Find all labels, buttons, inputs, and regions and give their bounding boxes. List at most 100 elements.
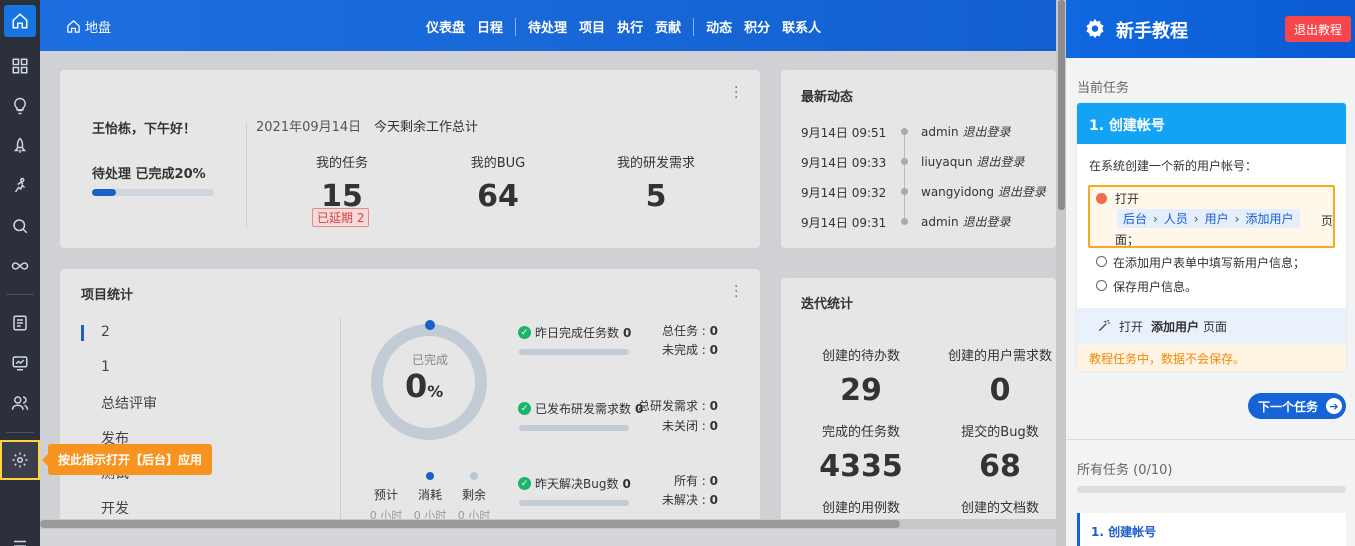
stat-my-tasks[interactable]: 我的任务 15 — [282, 152, 402, 214]
check-icon: ✓ — [518, 477, 531, 490]
nav-execution[interactable]: 执行 — [617, 17, 643, 36]
todo-progress-fill — [92, 189, 117, 196]
project-item[interactable]: 2 — [101, 324, 110, 340]
path-item[interactable]: 用户 — [1205, 210, 1229, 227]
stat-label: 我的研发需求 — [616, 156, 695, 171]
step-text: 打开 — [1115, 192, 1140, 206]
active-step: 打开 后台 › 人员 › 用户 › 添加用户 页 面； — [1088, 185, 1335, 248]
overdue-badge[interactable]: 已延期 2 — [312, 208, 370, 227]
grid-icon[interactable] — [0, 46, 40, 86]
runner-icon[interactable] — [0, 166, 40, 206]
search-icon[interactable] — [0, 206, 40, 246]
metric-bar — [519, 349, 629, 355]
stat-label: 我的BUG — [470, 156, 526, 171]
step-status-icon — [1096, 280, 1107, 291]
scrollbar-thumb[interactable] — [1058, 0, 1065, 210]
feed-action: 退出登录 — [976, 155, 1025, 169]
kv-unfinished: 未完成 : 0 — [661, 343, 718, 357]
path-item[interactable]: 人员 — [1164, 210, 1188, 227]
kv-value: 0 — [709, 474, 718, 488]
feed-item[interactable]: liuyaqun 退出登录 — [921, 153, 1024, 170]
horizontal-scrollbar[interactable] — [40, 519, 1056, 529]
nav-separator — [515, 17, 517, 36]
current-task-label: 当前任务 — [1077, 81, 1130, 96]
divider — [340, 317, 341, 529]
check-icon: ✓ — [518, 402, 531, 415]
nav-project[interactable]: 项目 — [579, 17, 605, 36]
legend-consumed: 消耗 0 小时 — [408, 472, 452, 523]
card-title: 迭代统计 — [801, 297, 854, 312]
kv-unresolved: 未解决 : 0 — [661, 493, 718, 507]
metric-value: 0 — [622, 476, 631, 491]
task-title: 1. 创建帐号 — [1077, 103, 1346, 144]
feed-item[interactable]: admin 退出登录 — [921, 123, 1010, 140]
breadcrumb-label: 地盘 — [85, 21, 112, 36]
welcome-card: · · · 王怡栋，下午好！ 待处理 已完成20% 2021年09月14日 今天剩余… — [60, 70, 760, 248]
iteration-label: 创建的用例数 — [821, 501, 900, 516]
step-text: 保存用户信息。 — [1113, 280, 1198, 294]
legend-label: 剩余 — [461, 488, 486, 502]
iteration-value[interactable]: 68 — [940, 449, 1056, 484]
rail-divider — [6, 432, 34, 433]
nav-contribution[interactable]: 贡献 — [655, 17, 681, 36]
iteration-value[interactable]: 0 — [940, 373, 1056, 408]
document-list-icon[interactable] — [0, 303, 40, 343]
task-list-item[interactable]: 1. 创建帐号 — [1077, 513, 1346, 546]
magic-wand-icon — [1098, 319, 1110, 332]
gear-icon[interactable] — [0, 440, 40, 480]
home-icon[interactable] — [4, 5, 36, 37]
monitor-icon[interactable] — [0, 343, 40, 383]
nav-contacts[interactable]: 联系人 — [782, 17, 821, 36]
stat-value: 64 — [477, 179, 519, 214]
legend-label: 预计 — [373, 488, 398, 502]
metric-label: 昨天解决Bug数 — [535, 477, 619, 491]
breadcrumb[interactable]: 地盘 — [66, 17, 111, 36]
path-item[interactable]: 添加用户 — [1245, 210, 1293, 227]
chevron-right-icon: › — [1193, 211, 1199, 226]
project-item[interactable]: 总结评审 — [101, 393, 157, 413]
legend-label: 消耗 — [417, 488, 442, 502]
step-status-icon — [1096, 193, 1107, 204]
infinity-icon[interactable] — [0, 246, 40, 286]
menu-icon[interactable] — [0, 526, 40, 546]
gear-icon — [1086, 18, 1104, 39]
feed-action: 退出登录 — [997, 185, 1046, 199]
top-navigation-bar: 地盘 仪表盘 日程 待处理 项目 执行 贡献 动态 积分 联系人 — [40, 0, 1056, 51]
feed-user: admin — [921, 215, 959, 229]
metric-bar — [519, 500, 629, 506]
project-item[interactable]: 1 — [101, 359, 110, 375]
project-item[interactable]: 开发 — [101, 498, 129, 518]
timeline-dot — [901, 158, 908, 165]
nav-score[interactable]: 积分 — [744, 17, 770, 36]
nav-dashboard[interactable]: 仪表盘 — [426, 17, 465, 36]
nav-todo[interactable]: 待处理 — [528, 17, 567, 36]
more-icon[interactable]: · · · — [734, 81, 738, 105]
vertical-scrollbar[interactable] — [1056, 0, 1066, 546]
stat-my-stories[interactable]: 我的研发需求 5 — [596, 152, 716, 214]
feed-time: 9月14日 09:31 — [801, 216, 887, 230]
iteration-value[interactable]: 29 — [801, 373, 921, 408]
metric-value: 0 — [623, 325, 632, 340]
nav-dynamic[interactable]: 动态 — [706, 17, 732, 36]
more-icon[interactable]: · · · — [734, 280, 738, 304]
feed-item[interactable]: wangyidong 退出登录 — [921, 183, 1046, 200]
users-icon[interactable] — [0, 383, 40, 423]
rocket-icon[interactable] — [0, 126, 40, 166]
nav-calendar[interactable]: 日程 — [477, 17, 503, 36]
all-tasks-label: 所有任务 (0/10) — [1077, 463, 1173, 478]
stat-my-bugs[interactable]: 我的BUG 64 — [438, 152, 558, 214]
hint-prefix: 打开 — [1119, 319, 1144, 334]
hint-target: 添加用户 — [1151, 319, 1200, 334]
path-item[interactable]: 后台 — [1123, 210, 1147, 227]
next-task-button[interactable]: 下一个任务 ➔ — [1248, 393, 1346, 419]
feed-item[interactable]: admin 退出登录 — [921, 213, 1010, 230]
iteration-value[interactable]: 4335 — [801, 449, 921, 484]
tutorial-panel: 新手教程 退出教程 当前任务 1. 创建帐号 在系统创建一个新的用户帐号： 打开… — [1066, 0, 1355, 546]
exit-tutorial-button[interactable]: 退出教程 — [1285, 16, 1351, 42]
divider — [246, 123, 247, 228]
donut-value: 0% — [405, 367, 443, 405]
lightbulb-icon[interactable] — [0, 86, 40, 126]
scrollbar-thumb[interactable] — [40, 520, 900, 528]
iteration-stats-card: 迭代统计 创建的待办数 29 创建的用户需求数 0 完成的任务数 4335 提交… — [781, 278, 1056, 529]
kv-label: 未解决 — [661, 493, 698, 507]
